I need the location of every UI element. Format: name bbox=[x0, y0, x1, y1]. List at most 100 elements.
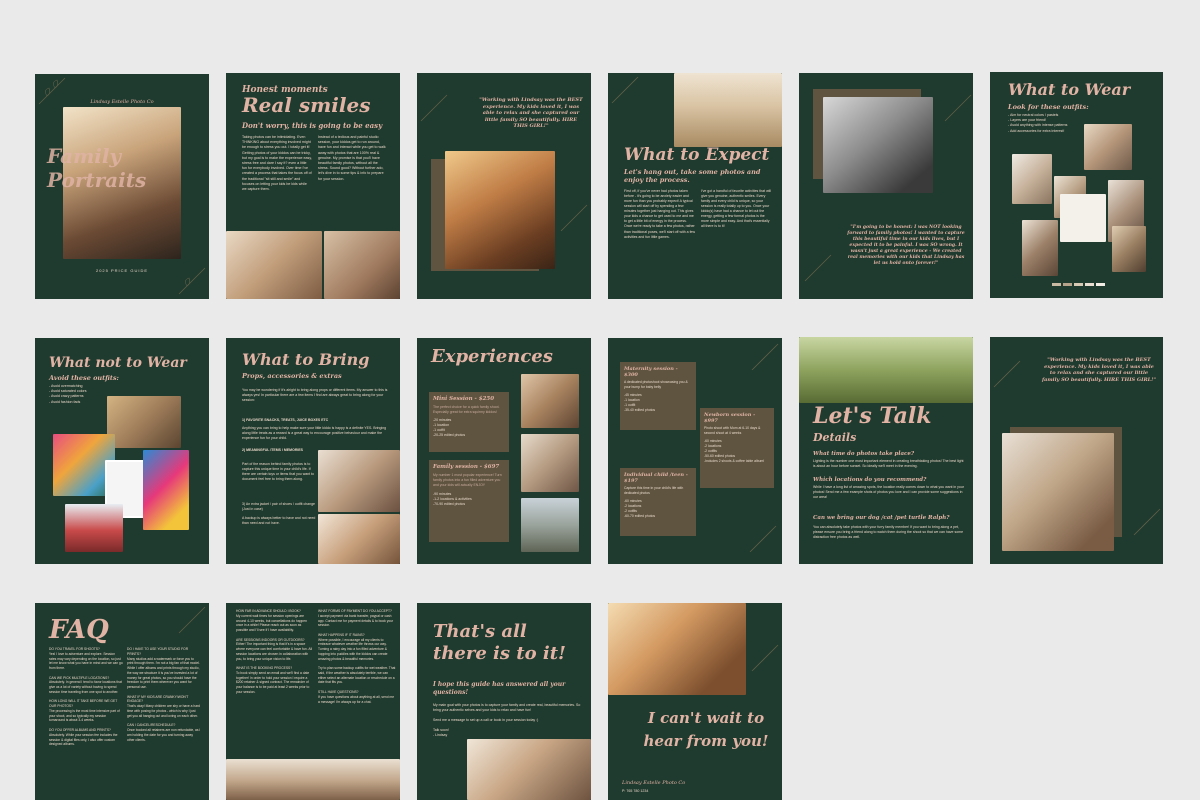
item-3-text: A backup is always better to have and no… bbox=[242, 516, 316, 526]
leaf-icon bbox=[38, 77, 66, 105]
package-list: -45 minutes -1 location -1 outfit -35-40… bbox=[624, 392, 656, 412]
cover-title-line2: Portraits bbox=[47, 168, 147, 192]
page-quote-2[interactable]: "I'm going to be honest: I was NOT looki… bbox=[799, 73, 973, 299]
leaf-icon bbox=[560, 204, 588, 232]
family-photo bbox=[226, 759, 400, 800]
leaf-icon bbox=[611, 76, 639, 104]
subtitle: I hope this guide has answered all your … bbox=[433, 681, 566, 696]
page-title: What to Wear bbox=[1008, 80, 1131, 99]
page-lets-talk[interactable]: Let's Talk Details What time do photos t… bbox=[799, 337, 973, 564]
page-quote-1[interactable]: "Working with Lindsay was the BEST exper… bbox=[417, 73, 591, 299]
package-title: Newborn session - $997 bbox=[704, 412, 756, 424]
leaf-icon bbox=[804, 254, 832, 282]
package-desc: A dedicated photoshoot showcasing you & … bbox=[624, 380, 688, 389]
collage-photo-1 bbox=[1084, 124, 1132, 170]
subtitle: Let's hang out, take some photos and enj… bbox=[624, 168, 761, 185]
page-title: That's all there is to it! bbox=[433, 621, 566, 664]
package-family[interactable]: Family session - $697 My number 1 most p… bbox=[429, 460, 509, 542]
closing-text: My main goal with your photos is to capt… bbox=[433, 703, 581, 738]
page-title: Real smiles bbox=[242, 93, 371, 117]
page-what-not-to-wear[interactable]: What not to Wear Avoid these outfits: - … bbox=[35, 338, 209, 564]
testimonial-quote: "Working with Lindsay was the BEST exper… bbox=[1042, 357, 1156, 383]
package-list: -60 minutes -2 locations -2 outfits -50-… bbox=[704, 438, 765, 463]
faq-col-2: WHAT FORMS OF PAYMENT DO YOU ACCEPT? I a… bbox=[318, 609, 396, 704]
package-list: -90 minutes -1-2 locations & activities … bbox=[433, 492, 472, 507]
faq-col-1: HOW FAR IN ADVANCE SHOULD I BOOK? My cur… bbox=[236, 609, 313, 695]
leaf-icon bbox=[751, 644, 779, 672]
collage-photo-6 bbox=[1022, 220, 1058, 276]
page-real-smiles[interactable]: Honest moments Real smiles Don't worry, … bbox=[226, 73, 400, 299]
page-what-to-wear[interactable]: What to Wear Look for these outfits: - A… bbox=[990, 72, 1163, 298]
item-1-heading: 1) FAVORITE SNACKS, TREATS, JUICE BOXES … bbox=[242, 418, 329, 422]
leaf-icon bbox=[993, 360, 1021, 388]
page-title: What to Bring bbox=[242, 350, 370, 369]
page-closing[interactable]: I can't wait to hear from you! Lindsay E… bbox=[608, 603, 782, 800]
package-newborn[interactable]: Newborn session - $997 Photo shoot with … bbox=[700, 408, 774, 488]
cover-title-line1: Family bbox=[47, 144, 122, 168]
page-title: FAQ bbox=[49, 615, 109, 645]
package-maternity[interactable]: Maternity session - $300 A dedicated pho… bbox=[620, 362, 696, 430]
item-2-text: Part of the reason behind family photos … bbox=[242, 462, 314, 482]
page-quote-3[interactable]: "Working with Lindsay was the BEST exper… bbox=[990, 337, 1163, 564]
faq-col-2: DO I HAVE TO USE YOUR STUDIO FOR PRINTS?… bbox=[127, 647, 201, 742]
leaf-icon bbox=[749, 525, 777, 553]
faq-q1: What time do photos take place? bbox=[813, 451, 915, 457]
item-3-heading: 3) An extra jacket / pair of shoes / out… bbox=[242, 502, 315, 512]
experience-photo-1 bbox=[521, 374, 579, 428]
page-title: Let's Talk bbox=[813, 403, 932, 429]
experience-photo-3 bbox=[521, 498, 579, 552]
leaf-icon bbox=[944, 94, 972, 122]
color-swatch bbox=[1085, 283, 1094, 286]
page-faq-1[interactable]: FAQ DO YOU TRAVEL FOR SHOOTS? Yes! I lov… bbox=[35, 603, 209, 800]
body-col-1: Taking photos can be intimidating. Even … bbox=[242, 135, 312, 192]
faq-a1: Lighting is the number one most importan… bbox=[813, 459, 964, 469]
item-2-heading: 2) MEANINGFUL ITEMS / MEMORIES bbox=[242, 448, 303, 452]
page-thats-all[interactable]: That's all there is to it! I hope this g… bbox=[417, 603, 591, 800]
page-cover[interactable]: Lindsay Estelle Photo Co Family Portrait… bbox=[35, 74, 209, 299]
leaf-icon bbox=[420, 94, 448, 122]
page-faq-2[interactable]: HOW FAR IN ADVANCE SHOULD I BOOK? My cur… bbox=[226, 603, 400, 800]
closing-message: I can't wait to hear from you! bbox=[643, 709, 769, 751]
collage-photo-2 bbox=[1012, 154, 1052, 204]
leaf-icon bbox=[178, 606, 206, 634]
package-desc: The perfect choice for a quick family sh… bbox=[433, 405, 500, 415]
package-individual[interactable]: Individual child /teen - $197 Capture th… bbox=[620, 468, 696, 536]
testimonial-quote: "Working with Lindsay was the BEST exper… bbox=[479, 97, 583, 129]
page-experiences[interactable]: Experiences Mini Session - $250 The perf… bbox=[417, 338, 591, 564]
page-title: Experiences bbox=[431, 346, 553, 367]
package-list: -60 minutes -2 locations -2 outfits -60-… bbox=[624, 498, 656, 518]
package-title: Individual child /teen - $197 bbox=[624, 472, 688, 484]
father-child-photo bbox=[467, 739, 591, 800]
photo-right bbox=[324, 231, 400, 299]
collage-photo-4 bbox=[1060, 194, 1106, 242]
intro-text: You may be wondering if it's alright to … bbox=[242, 388, 388, 403]
faq-q2: Which locations do you recommend? bbox=[813, 477, 927, 483]
faq-a3: You can absolutely take photos with your… bbox=[813, 525, 964, 540]
package-desc: My number 1 most popular experience! Tur… bbox=[433, 473, 502, 488]
package-desc: Capture this time in your child's life w… bbox=[624, 486, 684, 495]
package-title: Family session - $697 bbox=[433, 464, 500, 470]
kids-photo-2 bbox=[318, 514, 400, 564]
page-title: What to Expect bbox=[624, 145, 770, 165]
family-portrait-photo bbox=[1002, 433, 1114, 551]
family-field-photo bbox=[799, 337, 973, 403]
faq-q3: Can we bring our dog /cat /pet turtle Ra… bbox=[813, 515, 950, 521]
color-swatch bbox=[1096, 283, 1105, 286]
package-mini[interactable]: Mini Session - $250 The perfect choice f… bbox=[429, 392, 509, 452]
page-sessions[interactable]: Maternity session - $300 A dedicated pho… bbox=[608, 338, 782, 564]
page-what-to-bring[interactable]: What to Bring Props, accessories & extra… bbox=[226, 338, 400, 564]
mother-child-photo bbox=[445, 151, 555, 269]
kids-photo-1 bbox=[318, 450, 400, 512]
faq-col-1: DO YOU TRAVEL FOR SHOOTS? Yes! I love to… bbox=[49, 647, 123, 747]
field-photo bbox=[674, 73, 782, 147]
package-list: -20 minutes -1 location -1 outfit -20-25… bbox=[433, 418, 466, 438]
testimonial-quote: "I'm going to be honest: I was NOT looki… bbox=[847, 225, 965, 266]
phone-number: P: 765 780 1234 bbox=[622, 789, 649, 793]
subtitle: Avoid these outfits: bbox=[49, 374, 119, 382]
color-swatch bbox=[1074, 283, 1083, 286]
page-title: What not to Wear bbox=[49, 355, 187, 371]
page-what-to-expect[interactable]: What to Expect Let's hang out, take some… bbox=[608, 73, 782, 299]
family-dog-photo bbox=[823, 97, 933, 193]
package-title: Maternity session - $300 bbox=[624, 366, 678, 378]
body-col-1: First off, if you've never had photos ta… bbox=[624, 189, 696, 239]
